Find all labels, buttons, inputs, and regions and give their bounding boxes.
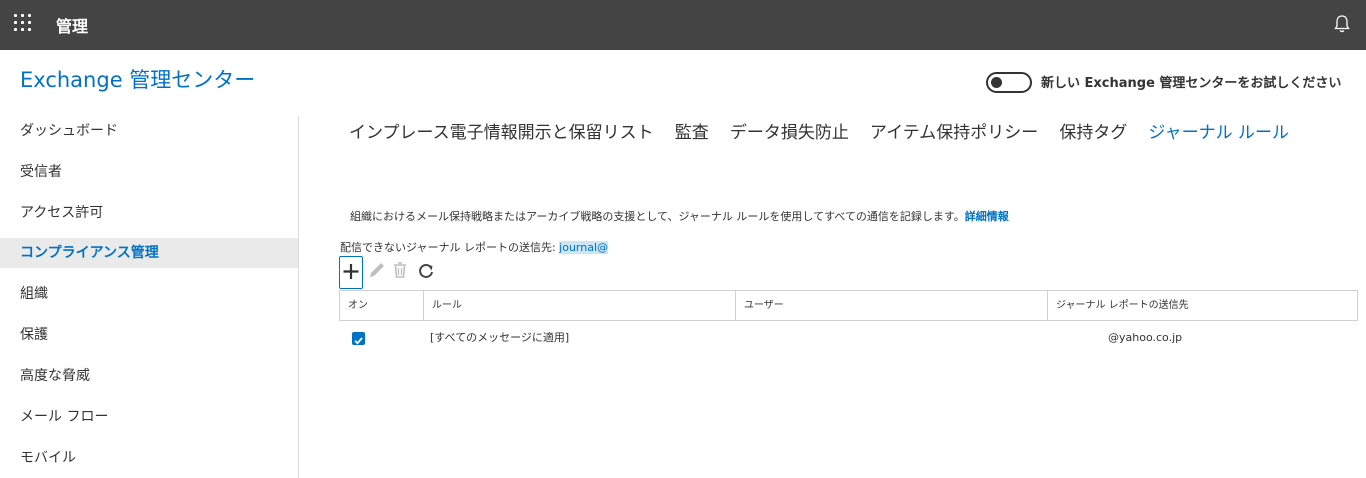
- top-bar-title: 管理: [56, 17, 89, 36]
- sidebar-item-permissions[interactable]: アクセス許可: [0, 198, 298, 228]
- sidebar-item-recipients[interactable]: 受信者: [0, 157, 298, 187]
- toggle-knob: [991, 77, 1002, 88]
- refresh-button[interactable]: [415, 256, 437, 286]
- delete-icon: [394, 262, 406, 278]
- top-bar: 管理: [0, 0, 1366, 50]
- add-icon: [343, 264, 359, 279]
- sidebar-item-compliance[interactable]: コンプライアンス管理: [0, 238, 298, 268]
- app-title: Exchange 管理センター: [20, 68, 256, 92]
- recipient-label: 配信できないジャーナル レポートの送信先:: [340, 241, 556, 254]
- sidebar-item-dashboard[interactable]: ダッシュボード: [0, 116, 298, 146]
- sidebar-item-protection[interactable]: 保護: [0, 320, 298, 350]
- refresh-icon: [419, 263, 433, 278]
- rule-enabled-checkbox[interactable]: [352, 332, 365, 345]
- journal-rules-table: オン ルール ユーザー ジャーナル レポートの送信先 [すべてのメッセージに適用…: [339, 290, 1358, 355]
- tab-retention-tags[interactable]: 保持タグ: [1059, 118, 1127, 143]
- bell-icon[interactable]: [1333, 14, 1351, 34]
- add-button[interactable]: [339, 256, 363, 289]
- destination-cell: @yahoo.co.jp: [1108, 331, 1183, 344]
- description-text: 組織におけるメール保持戦略またはアーカイブ戦略の支援として、ジャーナル ルールを…: [350, 210, 965, 223]
- recipient-value-link[interactable]: journal@: [559, 241, 609, 254]
- learn-more-link[interactable]: 詳細情報: [965, 210, 1009, 223]
- tab-journal-rules[interactable]: ジャーナル ルール: [1148, 118, 1289, 143]
- checkmark-icon: [354, 337, 363, 345]
- tab-dlp[interactable]: データ損失防止: [730, 118, 849, 143]
- new-eac-toggle[interactable]: [986, 72, 1032, 93]
- sidebar-item-mobile[interactable]: モバイル: [0, 443, 298, 473]
- edit-button[interactable]: [366, 256, 388, 286]
- sidebar-item-organization[interactable]: 組織: [0, 279, 298, 309]
- sidebar: ダッシュボード 受信者 アクセス許可 コンプライアンス管理 組織 保護 高度な脅…: [0, 116, 299, 478]
- table-row[interactable]: [すべてのメッセージに適用] @yahoo.co.jp: [339, 321, 1358, 355]
- delete-button[interactable]: [389, 256, 411, 286]
- sidebar-item-advanced-threats[interactable]: 高度な脅威: [0, 361, 298, 391]
- rule-name-cell: [すべてのメッセージに適用]: [430, 331, 570, 344]
- new-eac-toggle-label: 新しい Exchange 管理センターをお試しください: [1041, 76, 1342, 91]
- tab-ediscovery-hold[interactable]: インプレース電子情報開示と保留リスト: [349, 118, 654, 143]
- column-header-on[interactable]: オン: [340, 291, 424, 321]
- column-header-rule[interactable]: ルール: [424, 291, 736, 321]
- compliance-tabs: インプレース電子情報開示と保留リスト 監査 データ損失防止 アイテム保持ポリシー…: [349, 118, 1305, 143]
- column-header-destination[interactable]: ジャーナル レポートの送信先: [1048, 291, 1357, 321]
- column-header-user[interactable]: ユーザー: [736, 291, 1048, 321]
- edit-icon: [370, 263, 384, 277]
- tab-retention-policies[interactable]: アイテム保持ポリシー: [870, 118, 1038, 143]
- table-header: オン ルール ユーザー ジャーナル レポートの送信先: [339, 290, 1358, 321]
- sidebar-item-mail-flow[interactable]: メール フロー: [0, 402, 298, 432]
- journal-rules-description: 組織におけるメール保持戦略またはアーカイブ戦略の支援として、ジャーナル ルールを…: [350, 208, 1009, 224]
- app-launcher-icon[interactable]: [14, 14, 34, 34]
- undeliverable-recipient: 配信できないジャーナル レポートの送信先: journal@: [340, 239, 609, 255]
- tab-auditing[interactable]: 監査: [675, 118, 709, 143]
